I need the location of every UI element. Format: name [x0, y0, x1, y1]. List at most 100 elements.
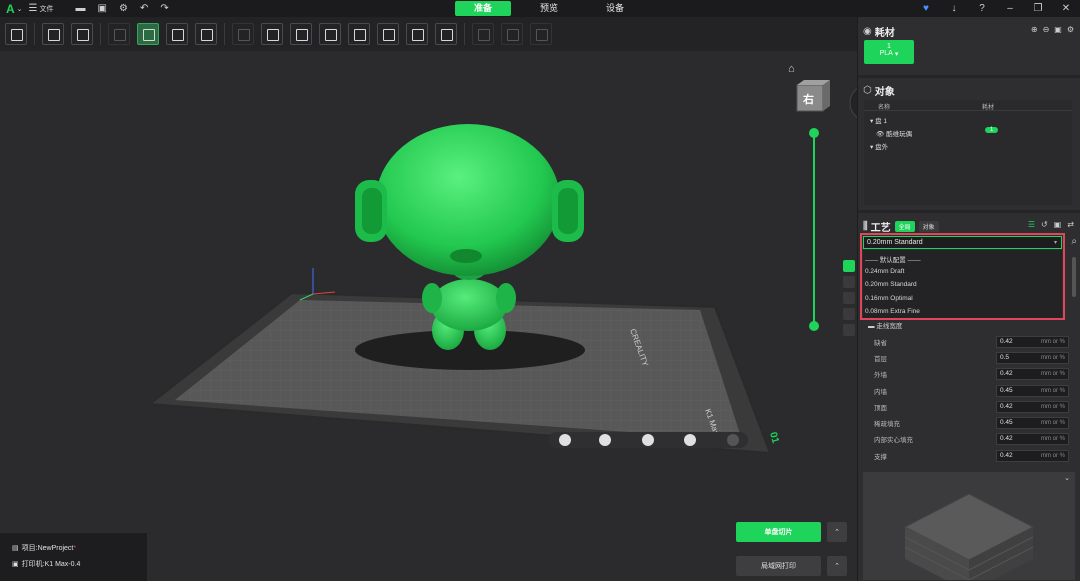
- save-icon[interactable]: ▣: [98, 3, 107, 14]
- mirror-tool[interactable]: [261, 23, 283, 45]
- setting-input[interactable]: 0.42 mm or %: [996, 432, 1069, 445]
- side-tab-quality[interactable]: [843, 276, 855, 288]
- plate-arrange-icon: [642, 434, 654, 446]
- tab-device[interactable]: 设备: [587, 1, 643, 16]
- tab-prepare[interactable]: 准备: [455, 1, 511, 16]
- scene-canvas[interactable]: CREALITY K1 Max 01 ⌂ 右: [0, 51, 857, 581]
- reset-icon[interactable]: ↺: [1041, 220, 1048, 229]
- dropdown-option-optimal[interactable]: 0.16mm Optimal: [865, 295, 913, 302]
- text-tool[interactable]: [377, 23, 399, 45]
- setting-row: 外墙 0.42 mm or %: [874, 367, 1074, 380]
- setting-input[interactable]: 0.42 mm or %: [996, 400, 1069, 413]
- tree-outside-row[interactable]: ▾ 盘外: [870, 141, 888, 151]
- open-folder-icon[interactable]: ▬: [76, 3, 86, 14]
- redo-icon[interactable]: ↷: [160, 3, 168, 14]
- object-name: 酷维玩偶: [886, 131, 913, 138]
- window-controls: ♥ ↓ ? – ❐ ✕: [912, 0, 1080, 17]
- eye-icon[interactable]: 👁: [876, 131, 884, 138]
- preset-select[interactable]: 0.20mm Standard ▾: [863, 236, 1062, 249]
- setting-input[interactable]: 0.45 mm or %: [996, 416, 1069, 429]
- setting-row: 内墙 0.45 mm or %: [874, 384, 1074, 397]
- setting-input[interactable]: 0.42 mm or %: [996, 449, 1069, 462]
- setting-label: 支撑: [874, 453, 887, 461]
- file-menu[interactable]: 文件: [40, 4, 54, 14]
- restore-icon[interactable]: ❐: [1024, 3, 1052, 14]
- plate-controls[interactable]: [548, 432, 748, 448]
- tab-global[interactable]: 全局: [894, 221, 915, 232]
- add-plate-tool[interactable]: [5, 23, 27, 45]
- lan-print-button[interactable]: 局域网打印: [736, 556, 821, 576]
- dropdown-option-standard[interactable]: 0.20mm Standard: [865, 281, 917, 288]
- view-cube[interactable]: 右: [796, 80, 830, 112]
- 3d-viewport[interactable]: CREALITY K1 Max 01 ⌂ 右: [0, 51, 857, 581]
- help-icon[interactable]: ?: [968, 3, 996, 14]
- chevron-down-icon[interactable]: ⌄: [1064, 474, 1070, 482]
- compare-icon[interactable]: ⇄: [1067, 220, 1074, 229]
- setting-input[interactable]: 0.45 mm or %: [996, 384, 1069, 397]
- model-shadow: [355, 330, 585, 370]
- arrange-tool[interactable]: [166, 23, 188, 45]
- side-tab-support[interactable]: [843, 308, 855, 320]
- slice-plate-button[interactable]: 单盘切片: [736, 522, 821, 542]
- orient-tool[interactable]: [137, 23, 159, 45]
- tree-object-row[interactable]: 👁 酷维玩偶 1: [876, 127, 1066, 138]
- app-logo-icon[interactable]: A: [6, 2, 15, 16]
- heart-icon[interactable]: ♥: [912, 3, 940, 14]
- scale-tool[interactable]: [232, 23, 254, 45]
- edit-icon[interactable]: ▣: [1054, 25, 1062, 34]
- copy-tool[interactable]: [290, 23, 312, 45]
- tab-preview[interactable]: 预览: [521, 1, 577, 16]
- main-toolbar: [0, 17, 857, 51]
- close-icon[interactable]: ✕: [1052, 3, 1080, 14]
- add-plate-image-tool[interactable]: [71, 23, 93, 45]
- object-filament-badge[interactable]: 1: [985, 127, 999, 133]
- save-preset-icon[interactable]: ▣: [1054, 220, 1062, 229]
- download-icon[interactable]: ↓: [940, 3, 968, 14]
- remove-icon[interactable]: ⊖: [1043, 25, 1050, 34]
- layer-tool[interactable]: [530, 23, 552, 45]
- line-width-section[interactable]: ▬ 走线宽度: [868, 320, 902, 330]
- layer-slider[interactable]: [809, 128, 819, 331]
- tree-plate-row[interactable]: ▾ 盘 1: [870, 115, 887, 125]
- setting-input[interactable]: 0.42 mm or %: [996, 335, 1069, 348]
- boolean-tool[interactable]: [348, 23, 370, 45]
- assembly-tool[interactable]: [501, 23, 523, 45]
- printer-row[interactable]: ▣ 打印机:K1 Max-0.4: [12, 559, 80, 569]
- project-row[interactable]: ▤ 项目:NewProject *: [12, 543, 76, 553]
- chevron-up-icon: ⌃: [834, 529, 840, 536]
- scrollbar[interactable]: [1072, 257, 1076, 297]
- setting-label: 内部实心填充: [874, 436, 913, 444]
- chevron-down-icon[interactable]: ⌄: [17, 5, 23, 13]
- measure-tool[interactable]: [472, 23, 494, 45]
- tab-object[interactable]: 对象: [918, 221, 939, 232]
- side-tab-speed[interactable]: [843, 292, 855, 304]
- gear-icon[interactable]: ⚙: [1067, 25, 1074, 34]
- search-icon[interactable]: ⌕: [1071, 236, 1077, 247]
- print-options-button[interactable]: ⌃: [827, 556, 847, 576]
- list-view-icon[interactable]: ☰: [1028, 220, 1035, 229]
- cut-tool[interactable]: [319, 23, 341, 45]
- move-tool[interactable]: [108, 23, 130, 45]
- dropdown-option-draft[interactable]: 0.24mm Draft: [865, 268, 904, 275]
- undo-icon[interactable]: ↶: [140, 3, 148, 14]
- dropdown-option-extra-fine[interactable]: 0.08mm Extra Fine: [865, 308, 920, 315]
- seam-paint-tool[interactable]: [435, 23, 457, 45]
- setting-input[interactable]: 0.42 mm or %: [996, 367, 1069, 380]
- setting-value: 0.5: [1000, 354, 1010, 361]
- home-icon[interactable]: ⌂: [788, 63, 795, 75]
- side-tab-other[interactable]: [843, 324, 855, 336]
- setting-input[interactable]: 0.5 mm or %: [996, 351, 1069, 364]
- slice-options-button[interactable]: ⌃: [827, 522, 847, 542]
- menu-icon[interactable]: ☰: [29, 3, 38, 14]
- filament-slot-1[interactable]: 1 PLA ▾: [864, 40, 914, 64]
- setting-label: 外墙: [874, 371, 887, 379]
- support-paint-tool[interactable]: [406, 23, 428, 45]
- minimize-icon[interactable]: –: [996, 3, 1024, 14]
- setting-row: 内部实心填充 0.42 mm or %: [874, 432, 1074, 445]
- lay-on-face-tool[interactable]: [195, 23, 217, 45]
- add-object-tool[interactable]: [42, 23, 64, 45]
- nav-gizmo[interactable]: [849, 85, 857, 121]
- settings-icon[interactable]: ⚙: [119, 3, 128, 14]
- side-tab-process[interactable]: [843, 260, 855, 272]
- add-icon[interactable]: ⊕: [1031, 25, 1038, 34]
